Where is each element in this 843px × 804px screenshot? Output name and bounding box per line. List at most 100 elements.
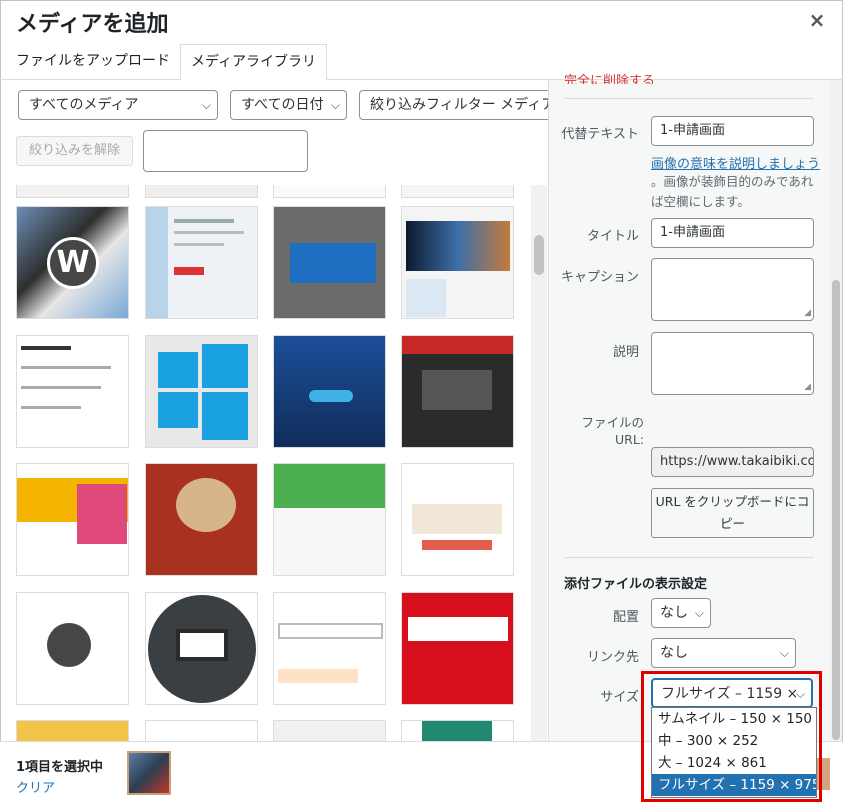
title-input[interactable]: 1-申請画面 <box>651 218 814 248</box>
media-thumbnail[interactable] <box>16 592 129 705</box>
link-value: なし <box>660 645 688 661</box>
windows-logo-icon <box>202 344 248 388</box>
media-thumbnail[interactable] <box>145 335 258 448</box>
media-thumbnail[interactable] <box>401 206 514 319</box>
link-label: リンク先 <box>586 650 639 665</box>
close-icon[interactable]: × <box>805 8 829 32</box>
media-thumbnail[interactable] <box>273 592 386 705</box>
divider <box>564 98 814 99</box>
text-line <box>174 231 244 234</box>
sidebar-scrollbar[interactable] <box>830 80 842 741</box>
text-line <box>21 386 101 389</box>
alt-text-input[interactable]: 1-申請画面 <box>651 116 814 146</box>
media-thumbnail[interactable] <box>16 720 129 741</box>
media-thumbnail[interactable] <box>16 335 129 448</box>
media-thumbnail[interactable] <box>145 720 258 741</box>
media-type-select[interactable]: すべてのメディア ⌵ <box>18 90 218 120</box>
media-thumbnail[interactable] <box>273 720 386 741</box>
media-grid: W <box>0 185 530 741</box>
screenshot-block <box>422 370 492 410</box>
align-select[interactable]: なし ⌵ <box>651 598 711 628</box>
media-thumbnail[interactable] <box>401 463 514 576</box>
file-url-label: ファイルのURL: <box>581 415 644 447</box>
modal-title: メディアを追加 <box>16 12 169 37</box>
windows-logo-icon <box>158 352 198 388</box>
text-line <box>21 366 111 369</box>
caption-label: キャプション <box>560 270 639 285</box>
reset-filter-button: 絞り込みを解除 <box>16 136 133 166</box>
description-textarea[interactable]: ◢ <box>651 332 814 395</box>
title-label: タイトル <box>586 229 639 244</box>
selected-thumbnail[interactable] <box>127 751 171 795</box>
media-thumbnail[interactable] <box>401 720 514 741</box>
media-thumbnail[interactable] <box>145 185 258 198</box>
media-thumbnail[interactable] <box>16 463 129 576</box>
media-thumbnail[interactable] <box>273 335 386 448</box>
chevron-down-icon: ⌵ <box>330 98 340 112</box>
header-bar <box>402 336 513 354</box>
resize-handle-icon[interactable]: ◢ <box>804 308 811 318</box>
wordpress-logo-icon: W <box>47 237 99 289</box>
display-settings-title: 添付ファイルの表示設定 <box>564 577 708 592</box>
monitor-icon <box>176 629 228 661</box>
media-thumbnail[interactable] <box>401 335 514 448</box>
file-url-input[interactable]: https://www.takaibiki.com <box>651 447 814 477</box>
alt-text-label: 代替テキスト <box>561 127 639 142</box>
chevron-down-icon: ⌵ <box>201 98 211 112</box>
clear-selection-link[interactable]: クリア <box>16 777 55 796</box>
text-line <box>174 219 234 223</box>
media-thumbnail[interactable] <box>145 463 258 576</box>
alt-help-link[interactable]: 画像の意味を説明しましょう <box>651 153 820 172</box>
filter-select[interactable]: 絞り込みフィルター メディア <box>359 90 548 120</box>
description-label: 説明 <box>612 345 639 360</box>
selected-thumbnail-image <box>129 753 169 793</box>
header-bar <box>274 464 385 508</box>
media-thumbnail[interactable] <box>401 185 514 198</box>
cta-pill <box>422 540 492 550</box>
copy-url-button[interactable]: URL をクリップボードにコピー <box>651 488 814 538</box>
dialog-box <box>290 243 376 283</box>
align-label: 配置 <box>612 610 639 625</box>
chevron-down-icon: ⌵ <box>779 639 789 667</box>
grid-scrollbar[interactable] <box>531 185 547 741</box>
link-select[interactable]: なし ⌵ <box>651 638 796 668</box>
media-thumbnail[interactable]: W <box>16 206 129 319</box>
search-input[interactable] <box>143 130 308 172</box>
tab-upload[interactable]: ファイルをアップロード <box>6 44 180 80</box>
caption-textarea[interactable]: ◢ <box>651 258 814 321</box>
scrollbar-thumb[interactable] <box>534 235 544 275</box>
url-bar <box>278 623 383 639</box>
media-thumbnail[interactable] <box>273 185 386 198</box>
screenshot-block <box>406 221 510 271</box>
dog-photo <box>176 478 236 532</box>
tab-bar: ファイルをアップロード メディアライブラリ <box>0 44 843 81</box>
windows-logo-icon <box>158 392 198 428</box>
date-select[interactable]: すべての日付 ⌵ <box>230 90 347 120</box>
media-thumbnail[interactable] <box>145 592 258 705</box>
media-thumbnail[interactable] <box>145 206 258 319</box>
wordpress-logo-icon <box>47 623 91 667</box>
size-label: サイズ <box>600 690 639 705</box>
resize-handle-icon[interactable]: ◢ <box>804 382 811 392</box>
media-thumbnail[interactable] <box>273 206 386 319</box>
screenshot-block <box>406 279 446 317</box>
banner <box>77 484 127 544</box>
media-thumbnail[interactable] <box>16 185 129 198</box>
text-line <box>174 243 224 246</box>
sidebar-strip <box>146 207 168 318</box>
media-thumbnail[interactable] <box>401 592 514 705</box>
text-line <box>21 406 81 409</box>
divider <box>564 557 814 558</box>
media-thumbnail[interactable] <box>273 463 386 576</box>
scrollbar-thumb[interactable] <box>832 280 840 740</box>
banner <box>412 504 502 534</box>
banner <box>422 721 492 741</box>
highlight-annotation <box>641 671 822 802</box>
media-type-value: すべてのメディア <box>29 97 139 113</box>
text-line <box>174 267 204 275</box>
tab-media-library[interactable]: メディアライブラリ <box>180 44 328 81</box>
banner <box>408 617 508 641</box>
selection-count: 1項目を選択中 <box>16 760 104 775</box>
alt-help-text: 。画像が装飾目的のみであれば空欄にします。 <box>651 174 814 209</box>
delete-link[interactable]: 完全に削除する <box>564 70 655 84</box>
